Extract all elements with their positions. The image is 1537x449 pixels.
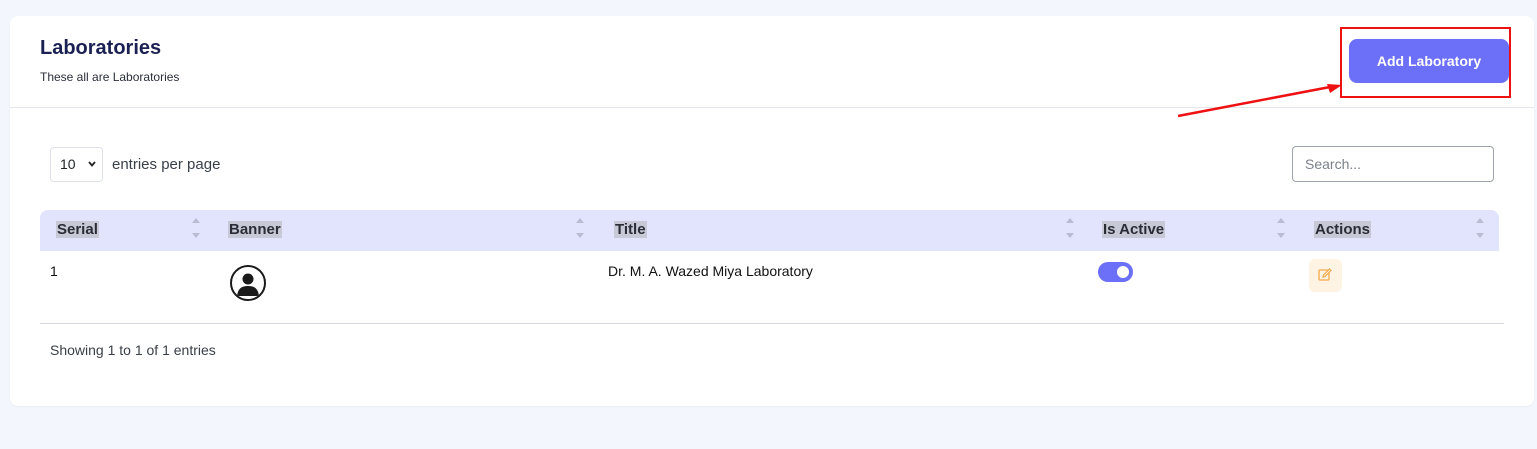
- column-label-serial: Serial: [56, 221, 99, 238]
- column-label-is-active: Is Active: [1102, 221, 1166, 238]
- column-header-serial[interactable]: Serial: [56, 210, 206, 251]
- sort-icon: [1277, 218, 1285, 238]
- table-header: Serial Banner Title Is Active Actions: [40, 210, 1499, 251]
- entries-per-page-value: 10: [60, 156, 76, 172]
- edit-icon: [1318, 268, 1332, 281]
- annotation-arrow-icon: [1177, 84, 1342, 118]
- column-header-banner[interactable]: Banner: [228, 210, 588, 251]
- sort-icon: [1066, 218, 1074, 238]
- cell-serial: 1: [50, 263, 58, 279]
- search-input[interactable]: [1292, 146, 1494, 182]
- table-info: Showing 1 to 1 of 1 entries: [50, 342, 216, 358]
- column-header-is-active[interactable]: Is Active: [1102, 210, 1298, 251]
- sort-icon: [1476, 218, 1484, 238]
- laboratories-card: Laboratories These all are Laboratories …: [10, 16, 1534, 406]
- edit-button[interactable]: [1309, 259, 1342, 292]
- toggle-knob: [1117, 266, 1129, 278]
- user-avatar-icon: [230, 265, 266, 301]
- sort-icon: [576, 218, 584, 238]
- sort-icon: [192, 218, 200, 238]
- entries-per-page-label: entries per page: [112, 156, 221, 173]
- column-label-actions: Actions: [1314, 221, 1372, 238]
- column-header-actions[interactable]: Actions: [1314, 210, 1494, 251]
- page-title: Laboratories: [40, 37, 162, 59]
- table-row: 1 Dr. M. A. Wazed Miya Laboratory: [40, 251, 1504, 324]
- annotation-highlight-box: [1340, 27, 1511, 98]
- page-subtitle: These all are Laboratories: [40, 70, 180, 84]
- is-active-toggle[interactable]: [1098, 262, 1133, 282]
- column-header-title[interactable]: Title: [614, 210, 1084, 251]
- entries-per-page-select[interactable]: 10: [50, 147, 103, 182]
- column-label-banner: Banner: [228, 221, 282, 238]
- chevron-down-icon: [88, 161, 96, 167]
- cell-title: Dr. M. A. Wazed Miya Laboratory: [608, 263, 813, 279]
- column-label-title: Title: [614, 221, 647, 238]
